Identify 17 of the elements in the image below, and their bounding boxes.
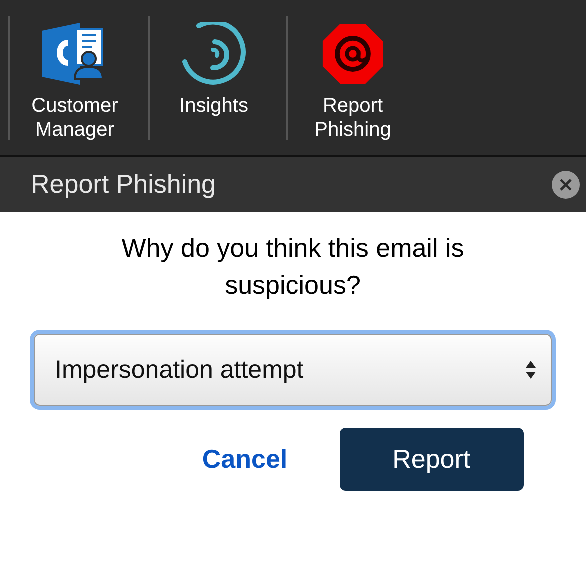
cancel-button[interactable]: Cancel	[202, 444, 288, 475]
ribbon-button[interactable]: Insights	[150, 0, 278, 118]
at-sign-hexagon-icon	[320, 22, 386, 86]
ribbon-label: Insights	[180, 94, 248, 118]
dropdown-arrows-icon	[525, 359, 537, 381]
ribbon-label: Customer	[32, 94, 118, 118]
ribbon-label: Manager	[36, 118, 114, 142]
ribbon-label: Report	[322, 94, 384, 118]
concentric-arcs-icon	[181, 22, 247, 86]
close-button[interactable]	[552, 170, 580, 198]
close-icon	[559, 178, 573, 192]
ribbon-button[interactable]: Report Phishing	[288, 0, 418, 142]
ribbon-button[interactable]: Customer Manager	[10, 0, 140, 142]
report-button[interactable]: Report	[340, 428, 524, 491]
question-text: Why do you think this email is suspicious?	[120, 232, 466, 302]
pane-title: Report Phishing	[31, 169, 216, 200]
ribbon-label: Phishing	[314, 118, 392, 142]
